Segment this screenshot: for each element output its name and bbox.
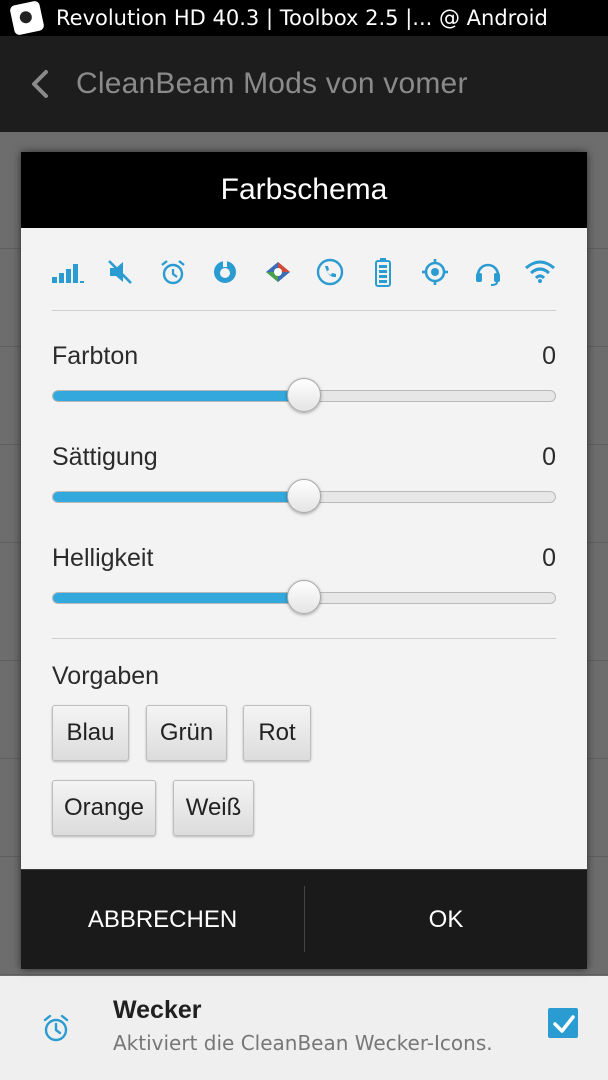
slider-label: Sättigung — [52, 443, 158, 471]
slider-value: 0 — [542, 544, 556, 572]
preset-rot-button[interactable]: Rot — [243, 705, 311, 761]
alarm-clock-icon — [156, 255, 190, 289]
ok-button[interactable]: OK — [305, 870, 587, 970]
list-item-subtitle: Aktiviert die CleanBean Wecker-Icons. — [113, 1031, 493, 1055]
slider-thumb[interactable] — [287, 479, 321, 513]
status-bar: Revolution HD 40.3 | Toolbox 2.5 |... @ … — [0, 0, 608, 36]
presets-label: Vorgaben — [52, 662, 160, 690]
slider-helligkeit: Helligkeit 0 — [52, 544, 556, 634]
slider-value: 0 — [542, 443, 556, 471]
slider-farbton: Farbton 0 — [52, 342, 556, 432]
preset-gruen-button[interactable]: Grün — [146, 705, 227, 761]
slider-fill — [53, 593, 304, 603]
list-item-title: Wecker — [113, 996, 202, 1024]
back-arrow-icon[interactable] — [26, 68, 58, 100]
sync-icon — [208, 255, 242, 289]
preset-blau-button[interactable]: Blau — [52, 705, 129, 761]
bluetooth-icon — [261, 255, 295, 289]
cancel-button[interactable]: ABBRECHEN — [21, 870, 304, 970]
slider-value: 0 — [542, 342, 556, 370]
slider-label: Farbton — [52, 342, 139, 370]
icon-preview-row — [51, 253, 557, 291]
slider-fill — [53, 492, 304, 502]
preset-orange-button[interactable]: Orange — [52, 780, 156, 836]
phone-call-icon — [313, 255, 347, 289]
preset-weiss-button[interactable]: Weiß — [173, 780, 254, 836]
color-scheme-dialog: Farbschema Farbton 0 Sättigung 0 Helligk… — [21, 152, 587, 969]
wifi-icon — [523, 255, 557, 289]
slider-fill — [53, 391, 304, 401]
alarm-clock-icon — [40, 1012, 72, 1044]
dialog-title: Farbschema — [21, 152, 587, 228]
battery-icon — [366, 255, 400, 289]
gps-icon — [418, 255, 452, 289]
wecker-checkbox[interactable] — [548, 1008, 578, 1038]
slider-thumb[interactable] — [287, 580, 321, 614]
dialog-body: Farbton 0 Sättigung 0 Helligkeit 0 Vorga… — [21, 228, 587, 869]
divider — [52, 638, 556, 639]
signal-bars-icon — [51, 255, 85, 289]
app-launcher-icon — [9, 0, 45, 36]
list-item-wecker[interactable]: Wecker Aktiviert die CleanBean Wecker-Ic… — [0, 976, 608, 1080]
headset-icon — [471, 255, 505, 289]
mute-icon — [103, 255, 137, 289]
dialog-button-bar: ABBRECHEN OK — [21, 869, 587, 969]
slider-saettigung: Sättigung 0 — [52, 443, 556, 533]
action-bar: CleanBeam Mods von vomer — [0, 36, 608, 132]
slider-thumb[interactable] — [287, 378, 321, 412]
divider — [52, 310, 556, 311]
status-bar-title: Revolution HD 40.3 | Toolbox 2.5 |... @ … — [56, 6, 548, 30]
action-bar-title: CleanBeam Mods von vomer — [76, 67, 468, 100]
slider-label: Helligkeit — [52, 544, 154, 572]
